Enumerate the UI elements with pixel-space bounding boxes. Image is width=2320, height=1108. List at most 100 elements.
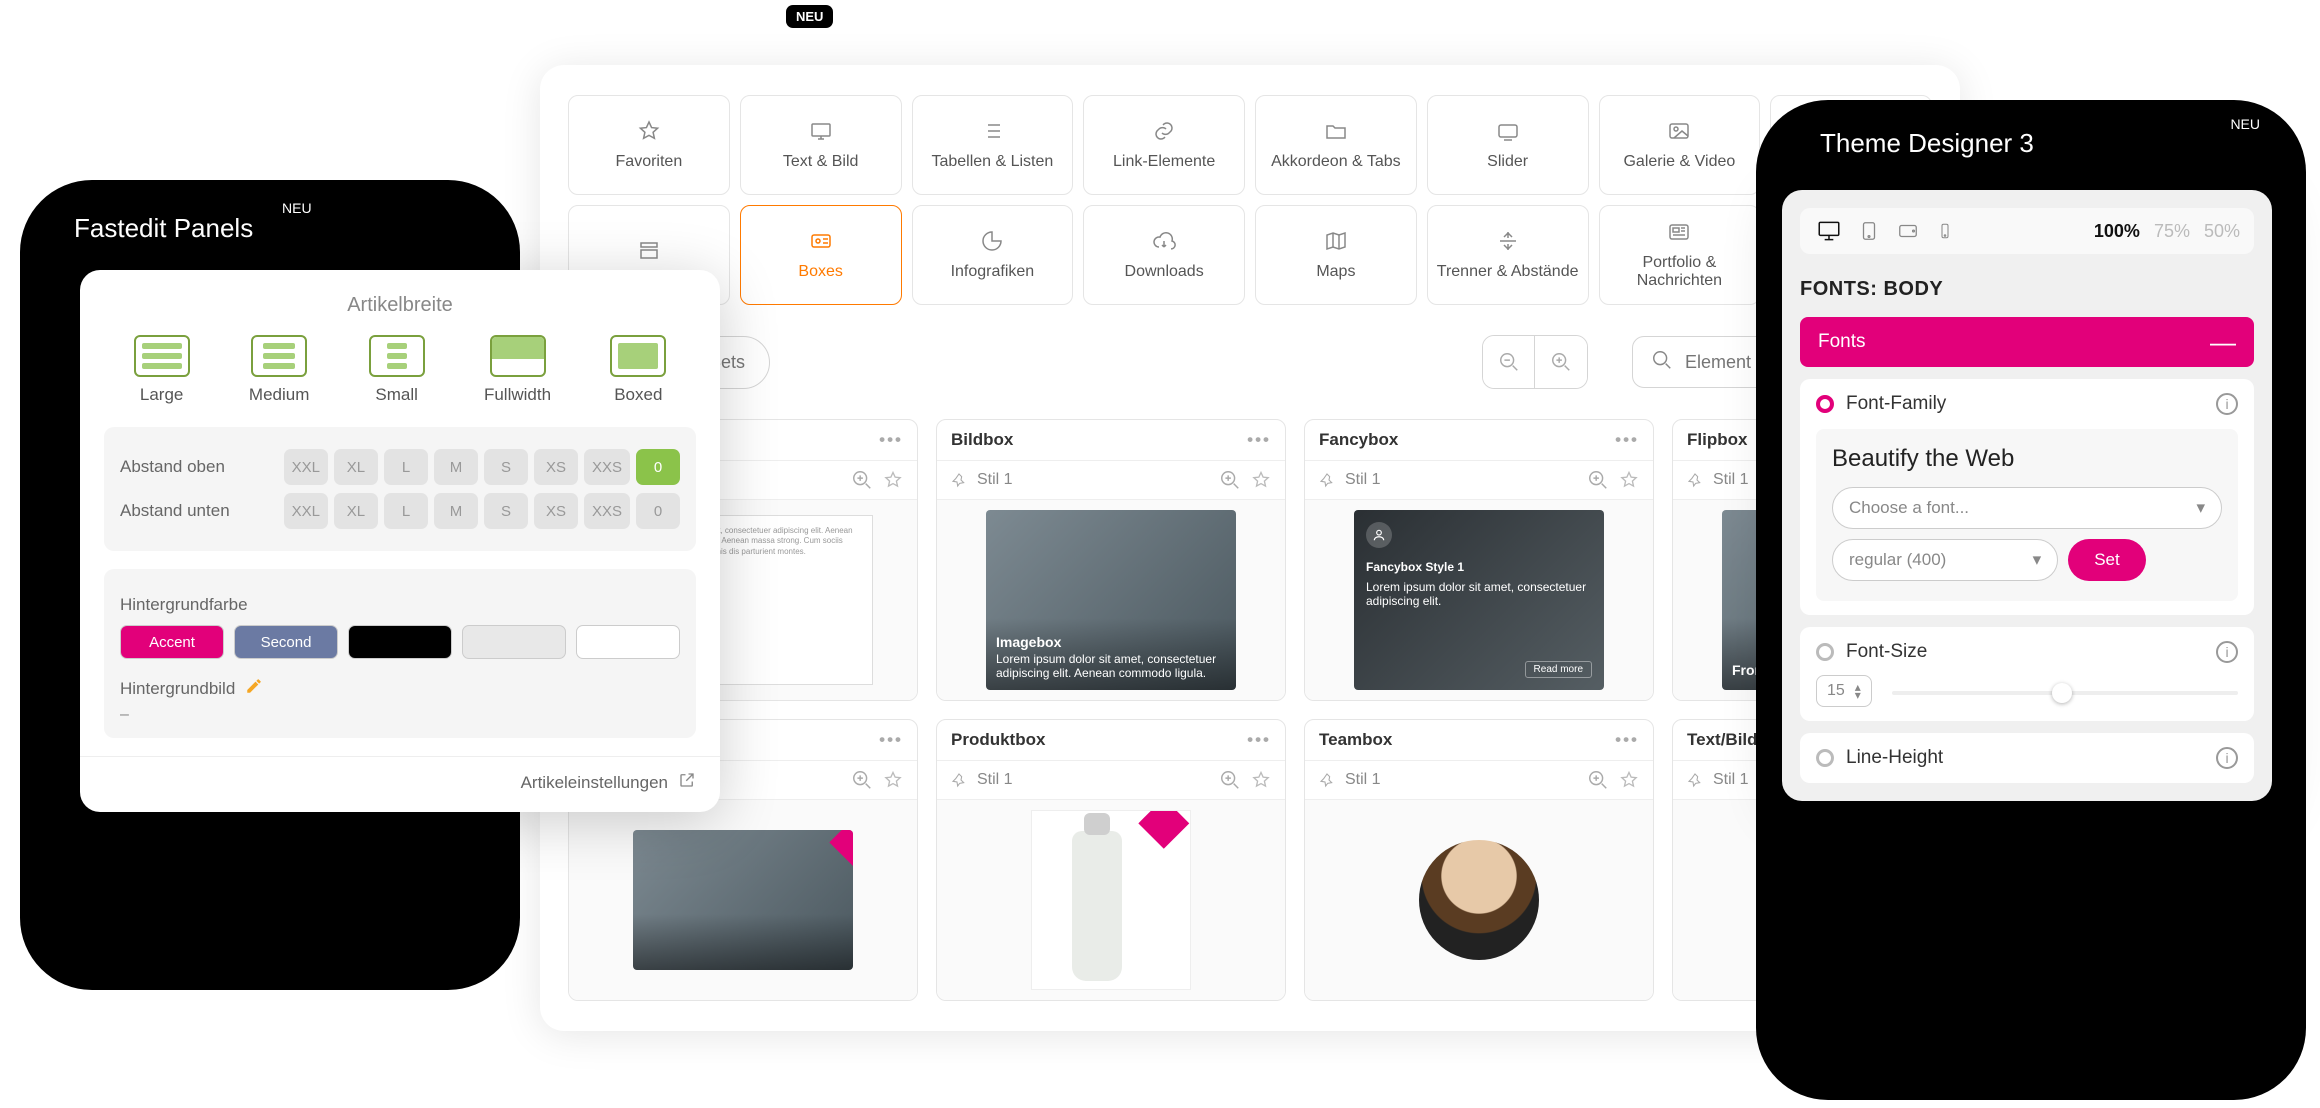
category-slider[interactable]: Slider: [1427, 95, 1589, 195]
chip-xs[interactable]: XS: [534, 493, 578, 529]
user-icon: [1366, 522, 1392, 548]
device-tablet-landscape-icon[interactable]: [1894, 220, 1922, 242]
star-icon[interactable]: [1251, 470, 1271, 490]
chip-s[interactable]: S: [484, 493, 528, 529]
monitor-icon: [809, 119, 833, 143]
width-large[interactable]: Large: [134, 335, 190, 405]
star-icon[interactable]: [883, 770, 903, 790]
search-icon: [1651, 349, 1673, 376]
radio-off-icon[interactable]: [1816, 643, 1834, 661]
set-button[interactable]: Set: [2068, 539, 2146, 581]
chip-l[interactable]: L: [384, 493, 428, 529]
element-card-fancybox: Fancybox••• Stil 1 Fancybox Style 1Lorem…: [1304, 419, 1654, 701]
zoom-100[interactable]: 100%: [2094, 221, 2140, 242]
radio-off-icon[interactable]: [1816, 749, 1834, 767]
artikelbreite-title: Artikelbreite: [104, 294, 696, 317]
device-tablet-portrait-icon[interactable]: [1858, 218, 1880, 244]
hintergrundbild-label: Hintergrundbild: [120, 679, 235, 699]
abstand-oben-options: XXL XL L M S XS XXS 0: [284, 449, 680, 485]
map-icon: [1324, 229, 1348, 253]
chip-xs[interactable]: XS: [534, 449, 578, 485]
zoom-50[interactable]: 50%: [2204, 221, 2240, 242]
zoom-icon[interactable]: [1219, 469, 1241, 491]
star-icon[interactable]: [1619, 770, 1639, 790]
star-icon[interactable]: [1251, 770, 1271, 790]
category-boxes[interactable]: Boxes: [740, 205, 902, 305]
chip-xxl[interactable]: XXL: [284, 449, 328, 485]
more-icon[interactable]: •••: [879, 730, 903, 750]
category-downloads[interactable]: Downloads: [1083, 205, 1245, 305]
star-icon[interactable]: [1619, 470, 1639, 490]
theme-designer-panel: 100% 75% 50% FONTS: BODY Fonts — Font-Fa…: [1782, 190, 2272, 801]
more-icon[interactable]: •••: [1247, 730, 1271, 750]
info-icon[interactable]: i: [2216, 393, 2238, 415]
category-favoriten[interactable]: Favoriten: [568, 95, 730, 195]
width-medium[interactable]: Medium: [249, 335, 309, 405]
swatch-second[interactable]: Second: [234, 625, 338, 659]
width-fullwidth[interactable]: Fullwidth: [484, 335, 551, 405]
zoom-icon[interactable]: [1587, 469, 1609, 491]
chip-0[interactable]: 0: [636, 493, 680, 529]
hintergrundfarbe-label: Hintergrundfarbe: [120, 595, 680, 615]
chip-xxl[interactable]: XXL: [284, 493, 328, 529]
cloud-download-icon: [1152, 229, 1176, 253]
abstand-unten-options: XXL XL L M S XS XXS 0: [284, 493, 680, 529]
category-akkordeon-tabs[interactable]: Akkordeon & Tabs: [1255, 95, 1417, 195]
category-link-elemente[interactable]: Link-Elemente: [1083, 95, 1245, 195]
category-infografiken[interactable]: Infografiken: [912, 205, 1074, 305]
edit-icon[interactable]: [245, 677, 263, 700]
theme-title: Theme Designer 3: [1820, 128, 2220, 159]
category-text-bild[interactable]: Text & Bild: [740, 95, 902, 195]
zoom-in-button[interactable]: [1535, 336, 1587, 388]
info-icon[interactable]: i: [2216, 641, 2238, 663]
abstand-unten-label: Abstand unten: [120, 501, 230, 521]
device-phone-icon[interactable]: [1936, 218, 1954, 244]
width-small[interactable]: Small: [369, 335, 425, 405]
chip-m[interactable]: M: [434, 449, 478, 485]
category-portfolio[interactable]: Portfolio & Nachrichten: [1599, 205, 1761, 305]
font-size-slider[interactable]: [1892, 679, 2238, 705]
chip-s[interactable]: S: [484, 449, 528, 485]
zoom-out-button[interactable]: [1483, 336, 1535, 388]
chip-xxs[interactable]: XXS: [584, 493, 630, 529]
more-icon[interactable]: •••: [879, 430, 903, 450]
chip-xl[interactable]: XL: [334, 449, 378, 485]
category-galerie-video[interactable]: Galerie & Video: [1599, 95, 1761, 195]
more-icon[interactable]: •••: [1615, 730, 1639, 750]
swatch-white[interactable]: [576, 625, 680, 659]
radio-on-icon[interactable]: [1816, 395, 1834, 413]
info-icon[interactable]: i: [2216, 747, 2238, 769]
slider-icon: [1496, 119, 1520, 143]
link-icon: [1152, 119, 1176, 143]
chip-l[interactable]: L: [384, 449, 428, 485]
width-boxed[interactable]: Boxed: [610, 335, 666, 405]
swatch-gray[interactable]: [462, 625, 566, 659]
category-maps[interactable]: Maps: [1255, 205, 1417, 305]
chip-m[interactable]: M: [434, 493, 478, 529]
zoom-icon[interactable]: [1219, 769, 1241, 791]
more-icon[interactable]: •••: [1247, 430, 1271, 450]
font-size-input[interactable]: 15 ▴▾: [1816, 675, 1872, 707]
product-preview: [1031, 810, 1191, 990]
chip-0[interactable]: 0: [636, 449, 680, 485]
swatch-accent[interactable]: Accent: [120, 625, 224, 659]
artikeleinstellungen-link[interactable]: Artikeleinstellungen: [80, 756, 720, 800]
zoom-75[interactable]: 75%: [2154, 221, 2190, 242]
external-link-icon: [678, 771, 696, 794]
chip-xxs[interactable]: XXS: [584, 449, 630, 485]
zoom-icon[interactable]: [851, 469, 873, 491]
stepper-arrows-icon[interactable]: ▴▾: [1855, 683, 1861, 699]
category-tabellen-listen[interactable]: Tabellen & Listen: [912, 95, 1074, 195]
star-icon[interactable]: [883, 470, 903, 490]
device-desktop-icon[interactable]: [1814, 218, 1844, 244]
swatch-black[interactable]: [348, 625, 452, 659]
font-select[interactable]: Choose a font...▾: [1832, 487, 2222, 529]
more-icon[interactable]: •••: [1615, 430, 1639, 450]
chip-xl[interactable]: XL: [334, 493, 378, 529]
category-trenner[interactable]: Trenner & Abstände: [1427, 205, 1589, 305]
font-weight-select[interactable]: regular (400)▾: [1832, 539, 2058, 581]
zoom-icon[interactable]: [851, 769, 873, 791]
width-options: Large Medium Small Fullwidth Boxed: [104, 335, 696, 405]
zoom-icon[interactable]: [1587, 769, 1609, 791]
fonts-accordion-header[interactable]: Fonts —: [1800, 317, 2254, 367]
